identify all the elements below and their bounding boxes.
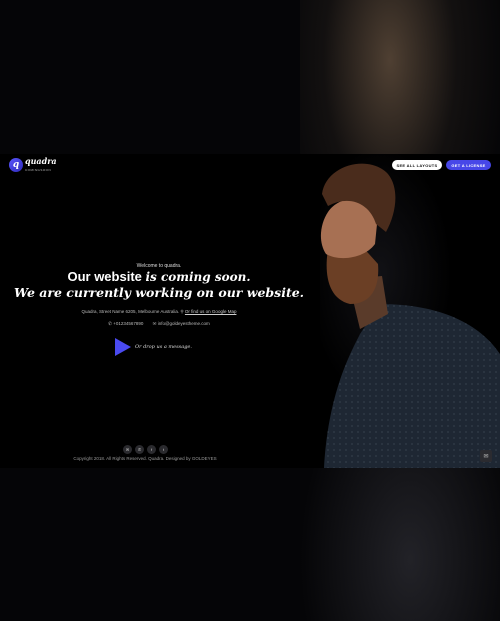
brand-logo[interactable]: q quadra COMINGSOON — [9, 156, 57, 174]
copyright-text: Copyright 2018. All Rights Reserved. Qua… — [73, 456, 217, 461]
phone-icon: ✆ — [108, 321, 112, 326]
map-pin-icon: ⚲ — [180, 309, 184, 314]
email-icon: ✉ — [152, 321, 157, 326]
phone-social-icon[interactable]: ✆ — [135, 445, 144, 454]
address-line: Quadra, Street Name 6205, Melbourne Aust… — [0, 309, 318, 315]
title-italic: is coming soon. — [145, 270, 251, 284]
page-subtitle: We are currently working on our website. — [13, 285, 305, 300]
logo-q-icon: q — [9, 158, 23, 172]
title-plain: Our website — [67, 269, 146, 284]
contact-line: ✆ +01234567890 ✉ info@goldeyestheme.com — [0, 321, 318, 327]
chat-message-icon[interactable]: ✉ — [480, 450, 492, 462]
message-play-icon[interactable] — [115, 338, 131, 356]
page-title: Our website is coming soon. — [0, 269, 318, 284]
brand-name: quadra — [25, 156, 57, 166]
see-all-layouts-button[interactable]: SEE ALL LAYOUTS — [392, 160, 442, 170]
brand-tagline: COMINGSOON — [25, 168, 52, 172]
email-social-icon[interactable]: ✉ — [123, 445, 132, 454]
facebook-icon[interactable]: f — [147, 445, 156, 454]
google-map-link[interactable]: Or find us on Google Map — [185, 309, 237, 314]
hero-photo — [320, 154, 500, 468]
drop-message-link[interactable]: Or drop us a message. — [135, 344, 192, 350]
get-license-button[interactable]: GET A LICENSE — [446, 160, 491, 170]
address-text: Quadra, Street Name 6205, Melbourne Aust… — [81, 309, 180, 314]
social-links: ✉ ✆ f t — [123, 445, 168, 454]
twitter-icon[interactable]: t — [159, 445, 168, 454]
email-address[interactable]: info@goldeyestheme.com — [158, 321, 210, 326]
phone-number[interactable]: +01234567890 — [113, 321, 143, 326]
